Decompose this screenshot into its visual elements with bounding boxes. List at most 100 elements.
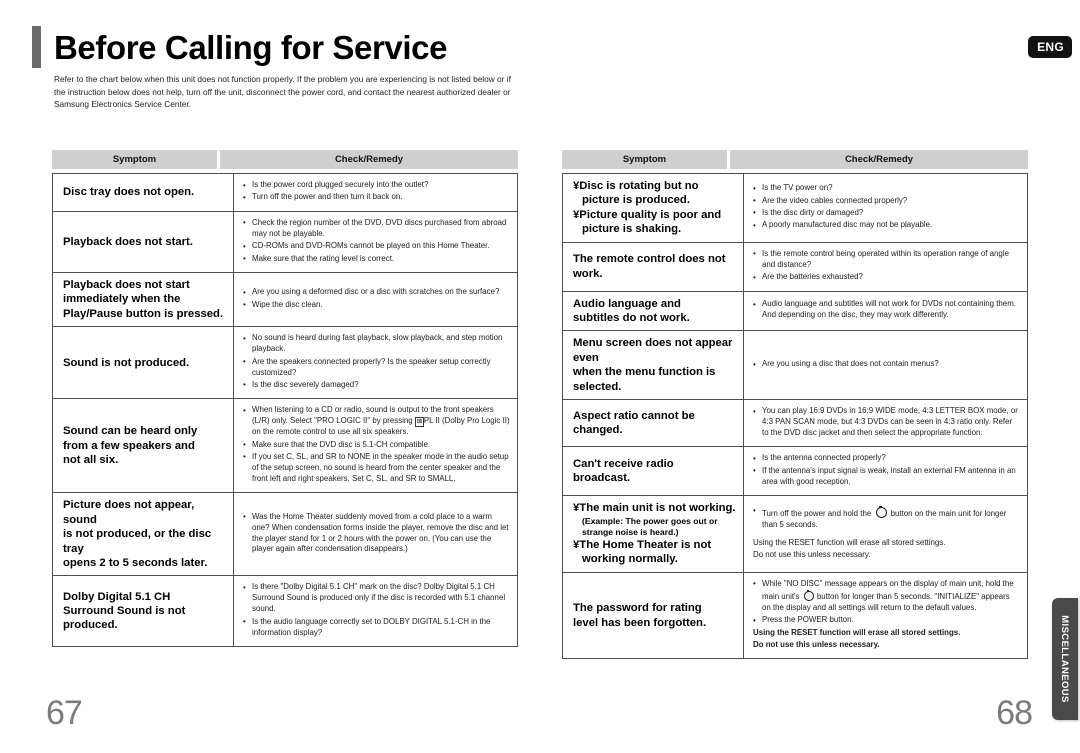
symptom-line: strange noise is heard.) — [582, 526, 679, 537]
symptom-line: Dolby Digital 5.1 CH — [63, 590, 171, 603]
symptom-line: The password for rating — [573, 602, 702, 615]
remedy-list: Is the remote control being operated wit… — [753, 248, 1020, 283]
symptom-line: level has been forgotten. — [573, 616, 707, 629]
remedy-item: Wipe the disc clean. — [243, 299, 510, 311]
remedy-cell: When listening to a CD or radio, sound i… — [233, 398, 518, 494]
remedy-item: Is the power cord plugged securely into … — [243, 180, 510, 191]
symptom-cell: Playback does not start. — [52, 210, 234, 273]
table-row: ¥Disc is rotating but no picture is produ… — [562, 173, 1028, 243]
remedy-list: Is the power cord plugged securely into … — [243, 180, 510, 203]
remedy-cell: Is the TV power on?Are the video cables … — [743, 173, 1028, 243]
remedy-cell: While "NO DISC" message appears on the d… — [743, 571, 1028, 660]
remedy-note: Using the RESET function will erase all … — [753, 627, 961, 637]
left-page-column: Symptom Check/Remedy Disc tray does not … — [52, 150, 518, 647]
symptom-line: ¥Picture quality is poor and — [573, 208, 722, 221]
symptom-cell: Disc tray does not open. — [52, 173, 234, 212]
language-badge: ENG — [1028, 36, 1072, 58]
remedy-item: Are you using a deformed disc or a disc … — [243, 287, 510, 298]
remedy-list: No sound is heard during fast playback, … — [243, 333, 510, 391]
remedy-item: Is there "Dolby Digital 5.1 CH" mark on … — [243, 582, 510, 615]
remedy-list: Are you using a disc that does not conta… — [753, 359, 1020, 370]
left-table-header: Symptom Check/Remedy — [52, 150, 518, 169]
remedy-item: While "NO DISC" message appears on the d… — [753, 578, 1020, 614]
symptom-marker: ¥ — [573, 180, 580, 192]
remedy-note: Do not use this unless necessary. — [753, 549, 871, 559]
remedy-item: Check the region number of the DVD. DVD … — [243, 217, 510, 240]
remedy-note: Do not use this unless necessary. — [753, 639, 880, 649]
table-row: ¥The main unit is not working. (Example: … — [562, 495, 1028, 573]
section-tab-label: MISCELLANEOUS — [1059, 615, 1071, 703]
remedy-cell: Are you using a deformed disc or a disc … — [233, 271, 518, 328]
page-header: Before Calling for Service Refer to the … — [0, 0, 1080, 130]
remedy-item: Is the TV power on? — [753, 183, 1020, 194]
table-row: Menu screen does not appear even when the… — [562, 330, 1028, 401]
right-header-remedy: Check/Remedy — [730, 150, 1028, 169]
dolby-logo-icon: ⊠ — [414, 417, 424, 427]
remedy-item: If the antenna's input signal is weak, i… — [753, 465, 1020, 488]
remedy-item: Is the disc severely damaged? — [243, 379, 510, 391]
remedy-list: You can play 16:9 DVDs in 16:9 WIDE mode… — [753, 406, 1020, 439]
symptom-line: ¥The main unit is not working. — [573, 502, 736, 515]
remedy-list: Audio language and subtitles will not wo… — [753, 299, 1020, 321]
remedy-cell: Is the remote control being operated wit… — [743, 241, 1028, 292]
table-row: Picture does not appear, sound is not pro… — [52, 492, 518, 577]
remedy-item: If you set C, SL, and SR to NONE in the … — [243, 451, 510, 485]
left-troubleshooting-table: Disc tray does not open. Is the power cor… — [52, 173, 518, 647]
remedy-item: No sound is heard during fast playback, … — [243, 333, 510, 355]
remedy-cell: Is there "Dolby Digital 5.1 CH" mark on … — [233, 575, 518, 647]
symptom-line: opens 2 to 5 seconds later. — [63, 556, 208, 569]
left-header-remedy: Check/Remedy — [220, 150, 518, 169]
symptom-line: Aspect ratio cannot be — [573, 409, 695, 422]
symptom-line: Disc tray does not open. — [63, 186, 195, 199]
symptom-line: is not produced, or the disc tray — [63, 528, 212, 555]
symptom-cell: Audio language and subtitles do not work. — [562, 290, 744, 332]
intro-paragraph: Refer to the chart below when this unit … — [54, 74, 511, 110]
symptom-marker: ¥ — [573, 538, 580, 551]
remedy-item: Is the remote control being operated wit… — [753, 248, 1020, 271]
page-number-left: 67 — [46, 694, 83, 732]
table-row: Audio language and subtitles do not work.… — [562, 290, 1028, 332]
symptom-line: work. — [573, 267, 603, 280]
remedy-item: You can play 16:9 DVDs in 16:9 WIDE mode… — [753, 406, 1020, 439]
remedy-item: Was the Home Theater suddenly moved from… — [243, 511, 510, 556]
symptom-line: changed. — [573, 424, 623, 437]
section-tab-miscellaneous: MISCELLANEOUS — [1052, 598, 1078, 720]
symptom-line: immediately when the — [63, 293, 181, 306]
table-row: Can't receive radio broadcast. Is the ante… — [562, 446, 1028, 497]
symptom-line: Picture does not appear, sound — [63, 499, 195, 526]
remedy-item: Are the batteries exhausted? — [753, 272, 1020, 283]
remedy-note: Using the RESET function will erase all … — [753, 537, 946, 547]
right-troubleshooting-table: ¥Disc is rotating but no picture is produ… — [562, 173, 1028, 660]
symptom-line: Playback does not start — [63, 278, 190, 291]
remedy-item: Is the antenna connected properly? — [753, 453, 1020, 464]
symptom-line: subtitles do not work. — [573, 311, 690, 324]
table-row: The password for rating level has been fo… — [562, 571, 1028, 660]
symptom-line: picture is produced. — [582, 194, 690, 207]
page-title: Before Calling for Service — [54, 28, 448, 66]
symptom-cell: ¥The main unit is not working. (Example: … — [562, 495, 744, 573]
remedy-item: Make sure that the DVD disc is 5.1-CH co… — [243, 439, 510, 451]
right-header-symptom: Symptom — [562, 150, 727, 169]
remedy-list: Turn off the power and hold the button o… — [753, 505, 1020, 561]
left-header-symptom: Symptom — [52, 150, 217, 169]
symptom-line: Surround Sound is not — [63, 604, 186, 617]
remedy-cell: Are you using a disc that does not conta… — [743, 330, 1028, 401]
symptom-line: Play/Pause button is pressed. — [63, 307, 224, 320]
table-row: Aspect ratio cannot be changed. You can pl… — [562, 399, 1028, 448]
remedy-cell: Is the antenna connected properly?If the… — [743, 446, 1028, 497]
remedy-list: Is there "Dolby Digital 5.1 CH" mark on … — [243, 582, 510, 638]
symptom-line: produced. — [63, 619, 118, 632]
symptom-cell: Menu screen does not appear even when the… — [562, 330, 744, 401]
symptom-line: Menu screen does not appear even — [573, 337, 733, 364]
symptom-line: from a few speakers and — [63, 439, 195, 452]
remedy-cell: You can play 16:9 DVDs in 16:9 WIDE mode… — [743, 399, 1028, 448]
symptom-line: Playback does not start. — [63, 235, 193, 248]
title-accent-bar — [32, 26, 41, 68]
remedy-item: Are you using a disc that does not conta… — [753, 359, 1020, 370]
symptom-line: working normally. — [582, 553, 678, 566]
symptom-line: broadcast. — [573, 472, 631, 485]
symptom-marker: ¥ — [573, 502, 580, 515]
symptom-cell: Dolby Digital 5.1 CH Surround Sound is no… — [52, 575, 234, 647]
right-page-column: Symptom Check/Remedy ¥Disc is rotating b… — [562, 150, 1028, 660]
remedy-item: A poorly manufactured disc may not be pl… — [753, 220, 1020, 231]
